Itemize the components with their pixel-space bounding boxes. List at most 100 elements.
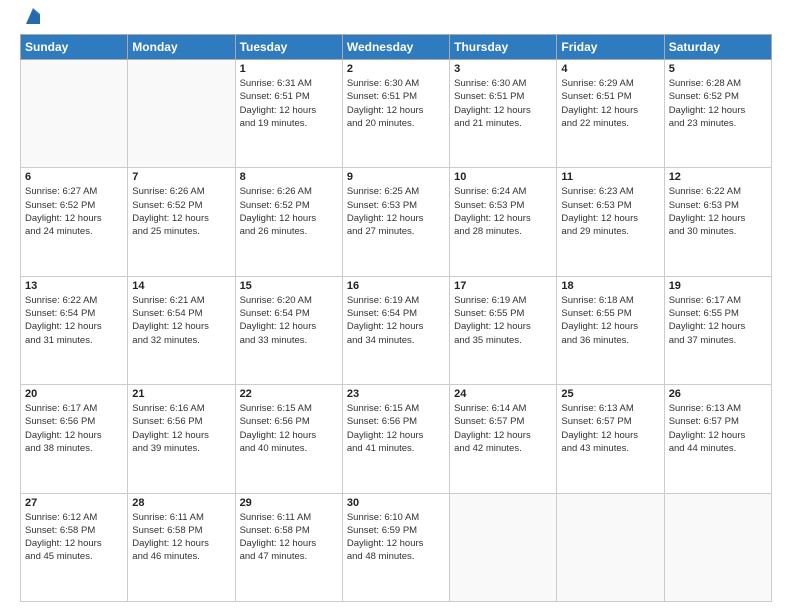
day-number: 21 (132, 388, 230, 400)
day-number: 15 (240, 280, 338, 292)
day-info: Sunrise: 6:27 AMSunset: 6:52 PMDaylight:… (25, 185, 123, 238)
logo-icon (22, 6, 44, 28)
day-number: 4 (561, 63, 659, 75)
day-number: 24 (454, 388, 552, 400)
day-number: 23 (347, 388, 445, 400)
calendar-week-row: 6 Sunrise: 6:27 AMSunset: 6:52 PMDaylight… (21, 168, 772, 276)
table-row: 10 Sunrise: 6:24 AMSunset: 6:53 PMDayligh… (450, 168, 557, 276)
table-row: 7Sunrise: 6:26 AMSunset: 6:52 PMDaylight… (128, 168, 235, 276)
day-number: 3 (454, 63, 552, 75)
day-info: Sunrise: 6:23 AMSunset: 6:53 PMDaylight:… (561, 185, 659, 238)
table-row: 6 Sunrise: 6:27 AMSunset: 6:52 PMDaylight… (21, 168, 128, 276)
table-row: 17Sunrise: 6:19 AMSunset: 6:55 PMDayligh… (450, 276, 557, 384)
header (20, 16, 772, 24)
day-number: 26 (669, 388, 767, 400)
col-thursday: Thursday (450, 35, 557, 60)
table-row: 11 Sunrise: 6:23 AMSunset: 6:53 PMDayligh… (557, 168, 664, 276)
calendar-week-row: 27 Sunrise: 6:12 AMSunset: 6:58 PMDayligh… (21, 493, 772, 601)
col-wednesday: Wednesday (342, 35, 449, 60)
table-row: 24 Sunrise: 6:14 AMSunset: 6:57 PMDayligh… (450, 385, 557, 493)
logo (20, 16, 44, 24)
table-row: 23 Sunrise: 6:15 AMSunset: 6:56 PMDayligh… (342, 385, 449, 493)
calendar-table: Sunday Monday Tuesday Wednesday Thursday… (20, 34, 772, 602)
day-info: Sunrise: 6:16 AMSunset: 6:56 PMDaylight:… (132, 402, 230, 455)
day-info: Sunrise: 6:28 AMSunset: 6:52 PMDaylight:… (669, 77, 767, 130)
calendar-header-row: Sunday Monday Tuesday Wednesday Thursday… (21, 35, 772, 60)
day-info: Sunrise: 6:13 AMSunset: 6:57 PMDaylight:… (669, 402, 767, 455)
day-info: Sunrise: 6:12 AMSunset: 6:58 PMDaylight:… (25, 511, 123, 564)
day-number: 6 (25, 171, 123, 183)
day-number: 12 (669, 171, 767, 183)
day-number: 22 (240, 388, 338, 400)
table-row: 21 Sunrise: 6:16 AMSunset: 6:56 PMDayligh… (128, 385, 235, 493)
day-number: 20 (25, 388, 123, 400)
table-row (450, 493, 557, 601)
calendar-week-row: 20Sunrise: 6:17 AMSunset: 6:56 PMDayligh… (21, 385, 772, 493)
day-number: 8 (240, 171, 338, 183)
table-row: 15 Sunrise: 6:20 AMSunset: 6:54 PMDayligh… (235, 276, 342, 384)
table-row: 29 Sunrise: 6:11 AMSunset: 6:58 PMDayligh… (235, 493, 342, 601)
day-number: 27 (25, 497, 123, 509)
table-row (664, 493, 771, 601)
table-row: 3 Sunrise: 6:30 AMSunset: 6:51 PMDaylight… (450, 60, 557, 168)
day-number: 29 (240, 497, 338, 509)
col-sunday: Sunday (21, 35, 128, 60)
day-info: Sunrise: 6:11 AMSunset: 6:58 PMDaylight:… (132, 511, 230, 564)
day-info: Sunrise: 6:15 AMSunset: 6:56 PMDaylight:… (347, 402, 445, 455)
day-number: 1 (240, 63, 338, 75)
table-row: 5 Sunrise: 6:28 AMSunset: 6:52 PMDaylight… (664, 60, 771, 168)
day-info: Sunrise: 6:14 AMSunset: 6:57 PMDaylight:… (454, 402, 552, 455)
table-row: 2Sunrise: 6:30 AMSunset: 6:51 PMDaylight… (342, 60, 449, 168)
col-friday: Friday (557, 35, 664, 60)
table-row: 30Sunrise: 6:10 AMSunset: 6:59 PMDayligh… (342, 493, 449, 601)
day-info: Sunrise: 6:18 AMSunset: 6:55 PMDaylight:… (561, 294, 659, 347)
table-row: 27 Sunrise: 6:12 AMSunset: 6:58 PMDayligh… (21, 493, 128, 601)
day-info: Sunrise: 6:22 AMSunset: 6:53 PMDaylight:… (669, 185, 767, 238)
day-info: Sunrise: 6:26 AMSunset: 6:52 PMDaylight:… (240, 185, 338, 238)
day-number: 2 (347, 63, 445, 75)
day-info: Sunrise: 6:30 AMSunset: 6:51 PMDaylight:… (454, 77, 552, 130)
table-row: 4 Sunrise: 6:29 AMSunset: 6:51 PMDaylight… (557, 60, 664, 168)
table-row: 8 Sunrise: 6:26 AMSunset: 6:52 PMDaylight… (235, 168, 342, 276)
table-row: 25Sunrise: 6:13 AMSunset: 6:57 PMDayligh… (557, 385, 664, 493)
day-number: 28 (132, 497, 230, 509)
day-info: Sunrise: 6:21 AMSunset: 6:54 PMDaylight:… (132, 294, 230, 347)
day-info: Sunrise: 6:20 AMSunset: 6:54 PMDaylight:… (240, 294, 338, 347)
table-row: 1Sunrise: 6:31 AMSunset: 6:51 PMDaylight… (235, 60, 342, 168)
day-number: 9 (347, 171, 445, 183)
day-info: Sunrise: 6:15 AMSunset: 6:56 PMDaylight:… (240, 402, 338, 455)
day-number: 19 (669, 280, 767, 292)
page: Sunday Monday Tuesday Wednesday Thursday… (0, 0, 792, 612)
table-row: 26 Sunrise: 6:13 AMSunset: 6:57 PMDayligh… (664, 385, 771, 493)
table-row: 28 Sunrise: 6:11 AMSunset: 6:58 PMDayligh… (128, 493, 235, 601)
day-info: Sunrise: 6:24 AMSunset: 6:53 PMDaylight:… (454, 185, 552, 238)
day-info: Sunrise: 6:17 AMSunset: 6:55 PMDaylight:… (669, 294, 767, 347)
table-row: 14 Sunrise: 6:21 AMSunset: 6:54 PMDayligh… (128, 276, 235, 384)
day-info: Sunrise: 6:19 AMSunset: 6:55 PMDaylight:… (454, 294, 552, 347)
day-number: 16 (347, 280, 445, 292)
table-row: 19 Sunrise: 6:17 AMSunset: 6:55 PMDayligh… (664, 276, 771, 384)
day-info: Sunrise: 6:22 AMSunset: 6:54 PMDaylight:… (25, 294, 123, 347)
day-info: Sunrise: 6:26 AMSunset: 6:52 PMDaylight:… (132, 185, 230, 238)
table-row: 16 Sunrise: 6:19 AMSunset: 6:54 PMDayligh… (342, 276, 449, 384)
day-number: 18 (561, 280, 659, 292)
table-row: 9 Sunrise: 6:25 AMSunset: 6:53 PMDaylight… (342, 168, 449, 276)
day-info: Sunrise: 6:25 AMSunset: 6:53 PMDaylight:… (347, 185, 445, 238)
col-monday: Monday (128, 35, 235, 60)
table-row: 20Sunrise: 6:17 AMSunset: 6:56 PMDayligh… (21, 385, 128, 493)
col-saturday: Saturday (664, 35, 771, 60)
day-info: Sunrise: 6:19 AMSunset: 6:54 PMDaylight:… (347, 294, 445, 347)
table-row (557, 493, 664, 601)
day-number: 5 (669, 63, 767, 75)
day-number: 10 (454, 171, 552, 183)
table-row: 13Sunrise: 6:22 AMSunset: 6:54 PMDayligh… (21, 276, 128, 384)
col-tuesday: Tuesday (235, 35, 342, 60)
day-info: Sunrise: 6:29 AMSunset: 6:51 PMDaylight:… (561, 77, 659, 130)
table-row: 18 Sunrise: 6:18 AMSunset: 6:55 PMDayligh… (557, 276, 664, 384)
table-row (21, 60, 128, 168)
day-number: 14 (132, 280, 230, 292)
day-info: Sunrise: 6:11 AMSunset: 6:58 PMDaylight:… (240, 511, 338, 564)
day-number: 11 (561, 171, 659, 183)
calendar-week-row: 13Sunrise: 6:22 AMSunset: 6:54 PMDayligh… (21, 276, 772, 384)
table-row: 22 Sunrise: 6:15 AMSunset: 6:56 PMDayligh… (235, 385, 342, 493)
